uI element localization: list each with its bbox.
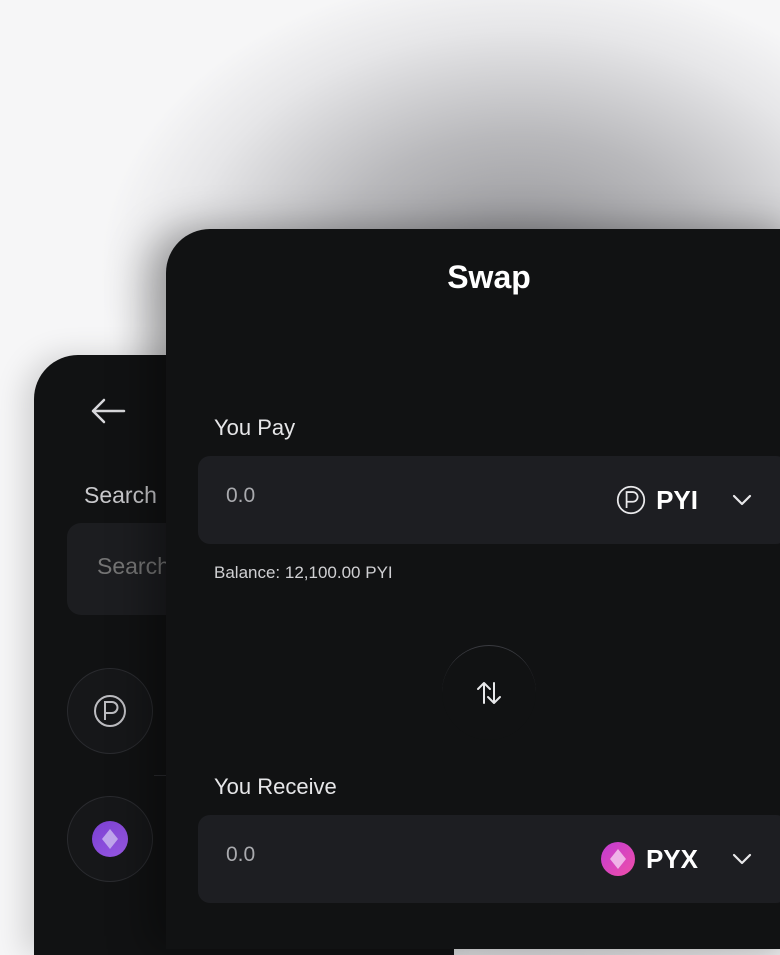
- swap-panel: Swap You Pay PYI Balance: 12,100.00 PYI …: [166, 229, 780, 949]
- pyx-token-icon: [600, 842, 635, 876]
- pay-token-name: PYI: [656, 484, 698, 515]
- chevron-down-icon: [732, 494, 752, 506]
- chevron-down-icon: [732, 853, 752, 865]
- pay-balance: Balance: 12,100.00 PYI: [214, 563, 393, 582]
- receive-amount-field[interactable]: PYX: [198, 815, 780, 903]
- back-arrow-icon[interactable]: [90, 397, 126, 425]
- pyi-token-icon: [616, 485, 646, 515]
- page-title: Swap: [447, 259, 531, 295]
- swap-arrows-icon: [477, 682, 501, 704]
- pay-amount-field[interactable]: PYI: [198, 456, 780, 544]
- swap-direction-button[interactable]: [442, 645, 536, 740]
- pay-amount-input[interactable]: [226, 484, 426, 508]
- receive-token-name: PYX: [645, 843, 698, 874]
- receive-amount-input[interactable]: [226, 843, 426, 867]
- receive-token-selector[interactable]: PYX: [600, 839, 752, 879]
- you-pay-label: You Pay: [214, 415, 296, 440]
- pyi-token-icon: [94, 695, 126, 727]
- token-list-item-pyi[interactable]: [67, 668, 153, 754]
- you-receive-label: You Receive: [214, 774, 337, 799]
- search-label: Search: [84, 482, 157, 508]
- token-list-item-pyx[interactable]: [67, 796, 153, 882]
- pyx-token-icon: [92, 821, 128, 857]
- pay-token-selector[interactable]: PYI: [616, 480, 752, 520]
